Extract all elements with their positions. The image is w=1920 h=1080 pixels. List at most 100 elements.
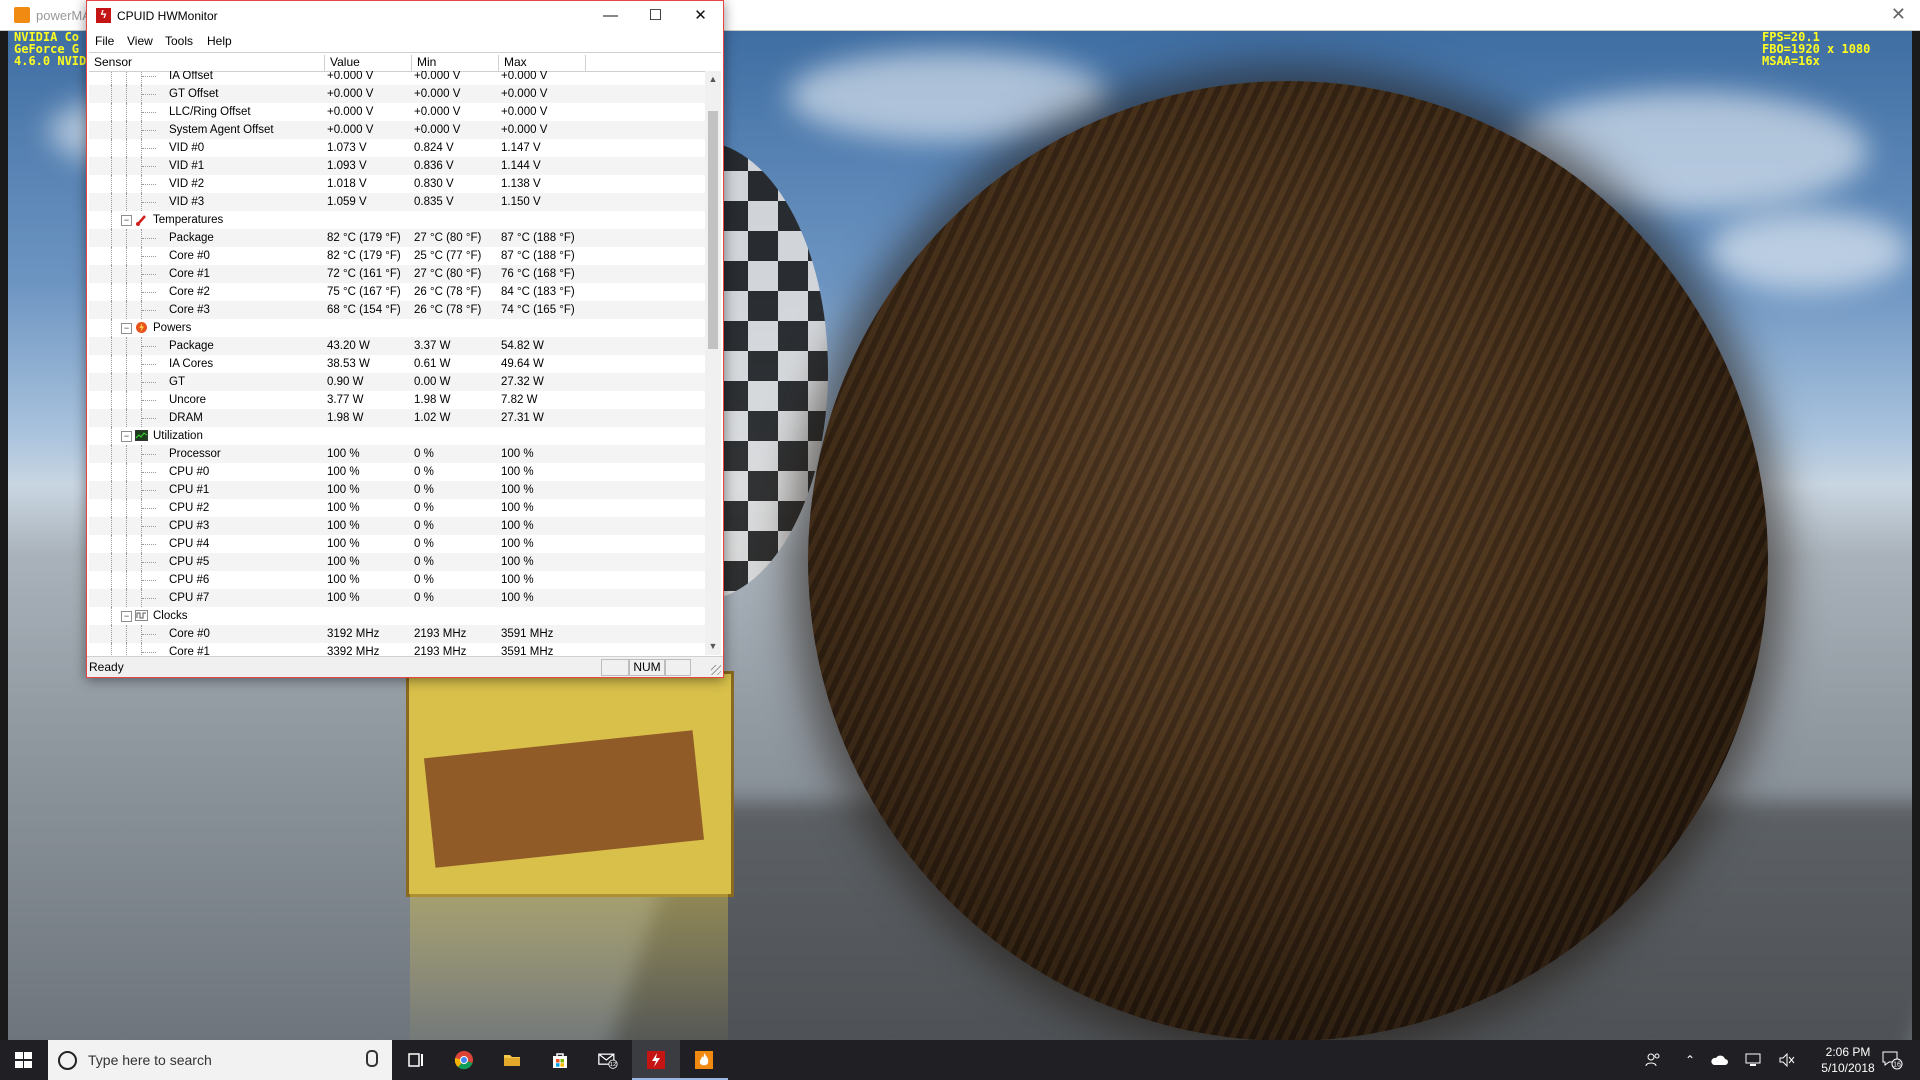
column-value[interactable]: Value [325,55,412,71]
mail-button[interactable]: 12 [584,1040,632,1080]
tree-branch [142,526,156,527]
sensor-value: 1.98 W [327,412,364,424]
action-center-button[interactable]: 16 [1872,1040,1912,1080]
resize-grip[interactable] [711,665,721,675]
sensor-row[interactable]: CPU #2 100 % 0 % 100 % [89,499,705,517]
sensor-row[interactable]: System Agent Offset +0.000 V +0.000 V +0.00… [89,121,705,139]
menu-help[interactable]: Help [207,34,232,48]
sensor-name: Package [169,340,214,352]
chrome-button[interactable] [440,1040,488,1080]
sensor-min: 0 % [414,520,434,532]
hwmonitor-titlebar[interactable]: ϟ CPUID HWMonitor — ☐ ✕ [87,1,723,31]
volume-muted-icon[interactable] [1774,1040,1800,1080]
show-hidden-icons-chevron-icon[interactable]: ⌃ [1680,1040,1700,1080]
sensor-min: 1.02 W [414,412,451,424]
sensor-row[interactable]: Package 43.20 W 3.37 W 54.82 W [89,337,705,355]
menu-view[interactable]: View [127,34,153,48]
sensor-row[interactable]: CPU #6 100 % 0 % 100 % [89,571,705,589]
sensor-row[interactable]: IA Cores 38.53 W 0.61 W 49.64 W [89,355,705,373]
tree-guide [141,71,142,85]
store-button[interactable] [536,1040,584,1080]
sensor-row[interactable]: GT 0.90 W 0.00 W 27.32 W [89,373,705,391]
sensor-name: System Agent Offset [169,124,274,136]
group-label: Utilization [153,430,203,442]
menu-file[interactable]: File [95,34,114,48]
scroll-down-icon[interactable]: ▼ [705,638,721,655]
tree-branch [142,274,156,275]
sensor-row[interactable]: CPU #1 100 % 0 % 100 % [89,481,705,499]
hwmonitor-taskbar-button[interactable] [632,1040,680,1080]
sensor-row[interactable]: Core #1 72 °C (161 °F) 27 °C (80 °F) 76 °C … [89,265,705,283]
tree-guide [126,517,127,535]
sensor-name: IA Offset [169,71,213,82]
sensor-row[interactable]: VID #2 1.018 V 0.830 V 1.138 V [89,175,705,193]
sensor-tree[interactable]: IA Offset +0.000 V +0.000 V +0.000 V GT Offs… [89,71,705,655]
sensor-row[interactable]: Core #1 3392 MHz 2193 MHz 3591 MHz [89,643,705,655]
collapse-toggle-icon[interactable]: − [121,611,132,622]
sensor-row[interactable]: CPU #4 100 % 0 % 100 % [89,535,705,553]
sensor-row[interactable]: CPU #5 100 % 0 % 100 % [89,553,705,571]
sensor-row[interactable]: Uncore 3.77 W 1.98 W 7.82 W [89,391,705,409]
sensor-row[interactable]: Processor 100 % 0 % 100 % [89,445,705,463]
scrollbar-thumb[interactable] [708,111,718,349]
sensor-row[interactable]: CPU #7 100 % 0 % 100 % [89,589,705,607]
sensor-row[interactable]: Core #0 3192 MHz 2193 MHz 3591 MHz [89,625,705,643]
sensor-group-powers[interactable]: − Powers [89,319,705,337]
column-min[interactable]: Min [412,55,499,71]
sensor-name: VID #0 [169,142,205,154]
sensor-max: 27.32 W [501,376,544,388]
sensor-group-clocks[interactable]: − Clocks [89,607,705,625]
file-explorer-button[interactable] [488,1040,536,1080]
sensor-row[interactable]: Package 82 °C (179 °F) 27 °C (80 °F) 87 °C … [89,229,705,247]
maximize-button[interactable]: ☐ [633,1,678,31]
tree-guide [126,265,127,283]
microphone-icon[interactable] [366,1050,378,1067]
sensor-group-temperatures[interactable]: − Temperatures [89,211,705,229]
sensor-row[interactable]: VID #1 1.093 V 0.836 V 1.144 V [89,157,705,175]
sensor-row[interactable]: LLC/Ring Offset +0.000 V +0.000 V +0.000 V [89,103,705,121]
network-icon[interactable] [1740,1040,1766,1080]
task-view-button[interactable] [392,1040,440,1080]
tree-guide [141,643,142,655]
tree-guide [126,499,127,517]
sensor-row[interactable]: IA Offset +0.000 V +0.000 V +0.000 V [89,71,705,85]
vertical-scrollbar[interactable]: ▲ ▼ [705,71,721,655]
sensor-value: 1.093 V [327,160,367,172]
search-box[interactable]: Type here to search [48,1040,392,1080]
powerma-taskbar-button[interactable] [680,1040,728,1080]
sensor-max: 100 % [501,538,534,550]
sensor-row[interactable]: CPU #3 100 % 0 % 100 % [89,517,705,535]
close-icon[interactable]: ✕ [1891,4,1906,25]
status-pane-empty [665,659,691,676]
column-sensor[interactable]: Sensor [89,55,325,71]
onedrive-icon[interactable] [1706,1040,1732,1080]
sensor-row[interactable]: Core #0 82 °C (179 °F) 25 °C (77 °F) 87 °C … [89,247,705,265]
tree-guide [111,229,112,247]
close-button[interactable]: ✕ [678,1,723,31]
sensor-row[interactable]: Core #2 75 °C (167 °F) 26 °C (78 °F) 84 °C … [89,283,705,301]
sensor-row[interactable]: CPU #0 100 % 0 % 100 % [89,463,705,481]
scroll-up-icon[interactable]: ▲ [705,71,721,88]
tree-guide [126,463,127,481]
collapse-toggle-icon[interactable]: − [121,323,132,334]
sensor-group-utilization[interactable]: − Utilization [89,427,705,445]
sensor-row[interactable]: VID #3 1.059 V 0.835 V 1.150 V [89,193,705,211]
minimize-button[interactable]: — [588,1,633,31]
sensor-row[interactable]: GT Offset +0.000 V +0.000 V +0.000 V [89,85,705,103]
column-max[interactable]: Max [499,55,586,71]
menu-tools[interactable]: Tools [165,34,193,48]
start-button[interactable] [0,1040,48,1080]
collapse-toggle-icon[interactable]: − [121,215,132,226]
tree-branch [142,544,156,545]
people-icon[interactable] [1640,1040,1666,1080]
sensor-name: CPU #7 [169,592,210,604]
sensor-row[interactable]: Core #3 68 °C (154 °F) 26 °C (78 °F) 74 °C … [89,301,705,319]
sensor-row[interactable]: VID #0 1.073 V 0.824 V 1.147 V [89,139,705,157]
num-lock-indicator: NUM [629,659,665,676]
sensor-value: +0.000 V [327,124,374,136]
menu-bar: File View Tools Help [87,31,723,51]
tree-guide [126,283,127,301]
sensor-row[interactable]: DRAM 1.98 W 1.02 W 27.31 W [89,409,705,427]
collapse-toggle-icon[interactable]: − [121,431,132,442]
status-bar: Ready NUM [87,656,723,677]
